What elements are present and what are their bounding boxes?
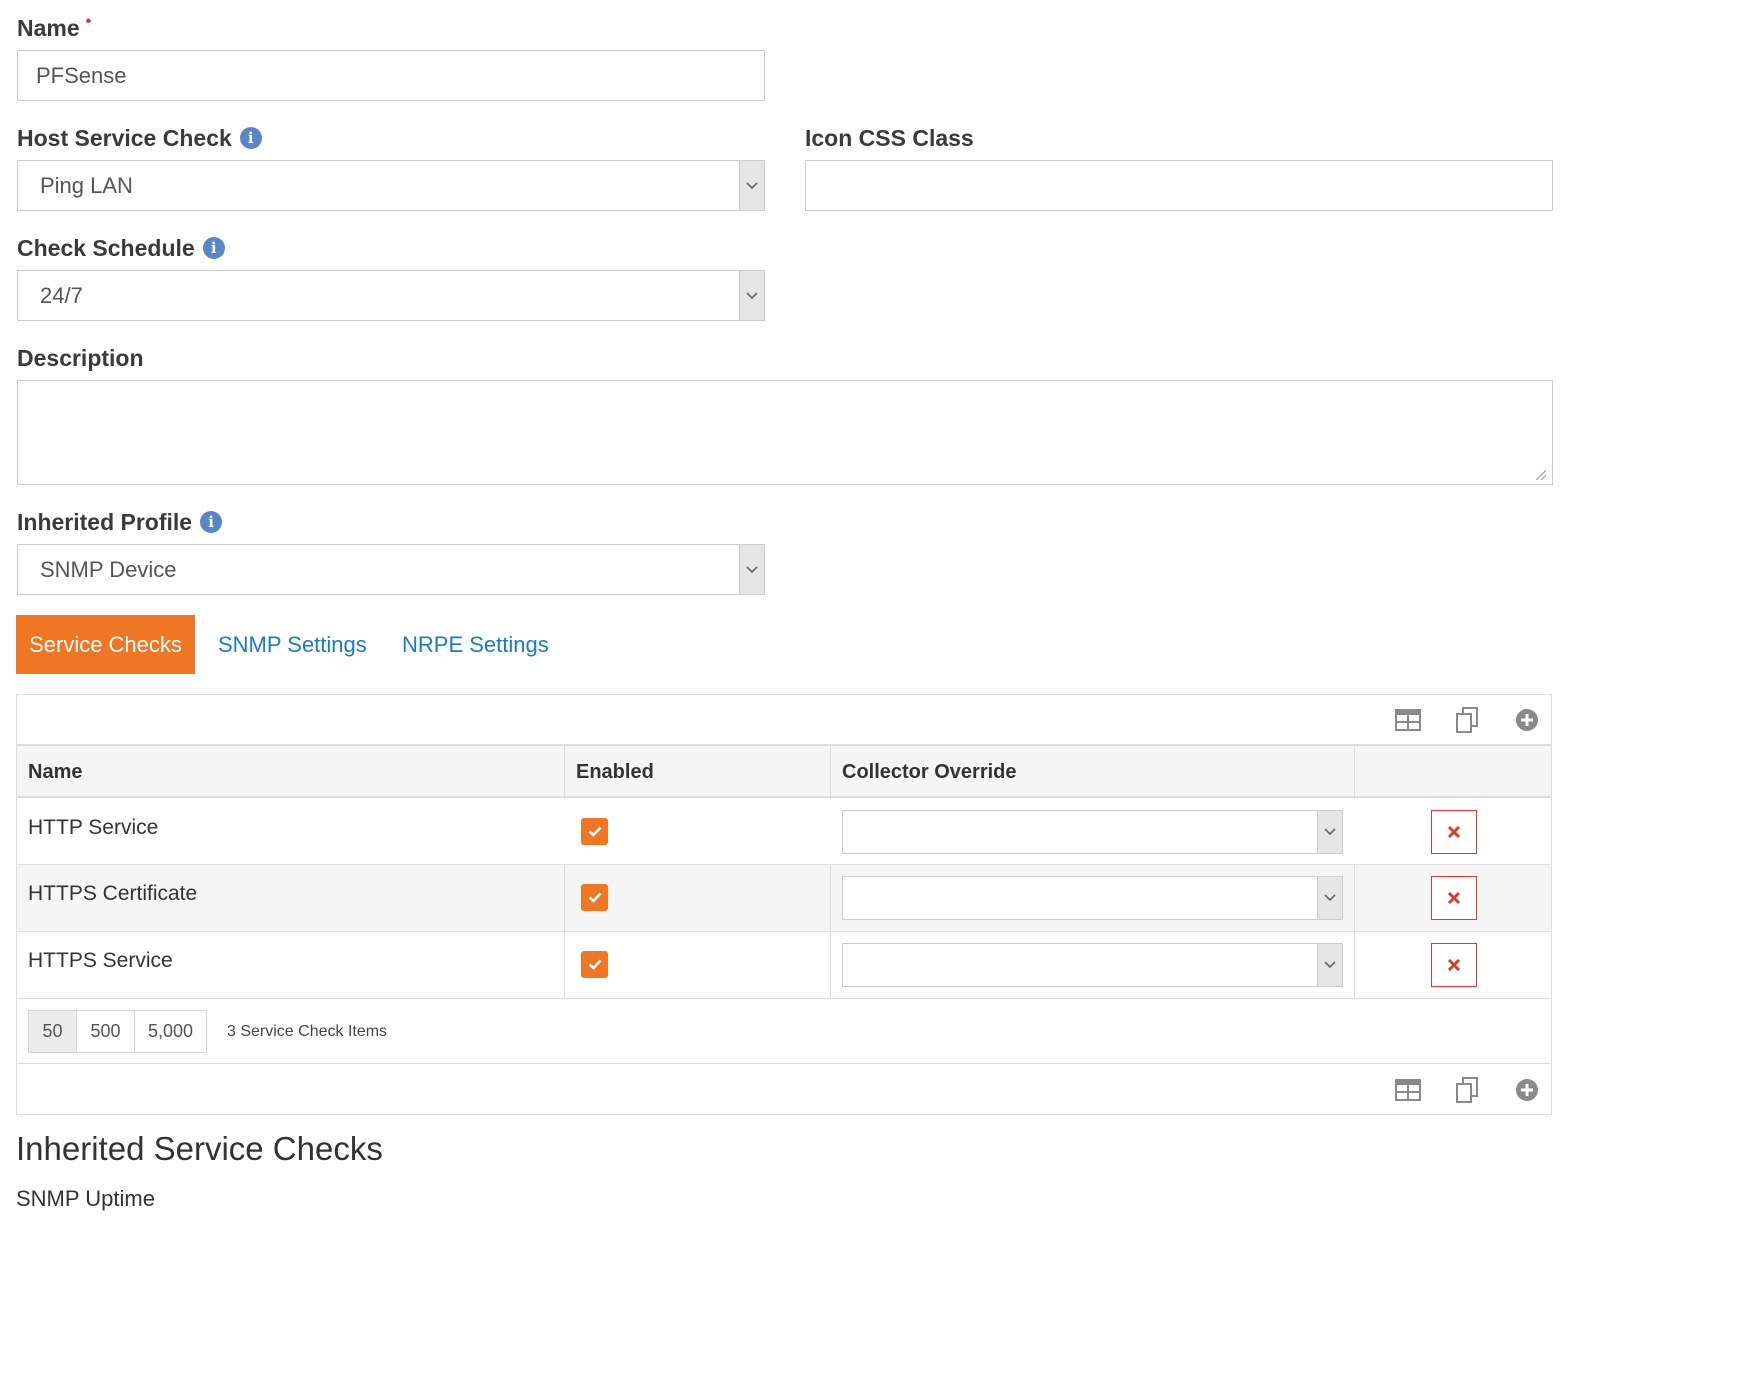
row-name-cell: HTTPS Service [28, 932, 173, 990]
times-icon [1447, 891, 1461, 905]
grid-header-row [17, 744, 1551, 798]
host-service-check-label: Host Service Check i [17, 124, 262, 152]
name-label: Name • [17, 13, 91, 42]
copy-icon[interactable] [1453, 1074, 1481, 1106]
tab-snmp-settings[interactable]: SNMP Settings [218, 615, 367, 674]
chevron-down-icon[interactable] [739, 271, 764, 320]
check-schedule-label-text: Check Schedule [17, 235, 195, 261]
column-header-collector-override[interactable]: Collector Override [842, 746, 1017, 798]
column-header-name-text: Name [28, 760, 83, 783]
item-count: 3 Service Check Items [227, 1010, 387, 1053]
row-name: HTTPS Service [28, 949, 173, 972]
collector-override-select[interactable] [842, 810, 1343, 854]
required-indicator: • [85, 13, 92, 30]
enabled-checkbox[interactable] [581, 884, 608, 911]
column-header-collector-override-text: Collector Override [842, 760, 1017, 783]
chevron-down-icon[interactable] [739, 545, 764, 594]
times-icon [1447, 825, 1461, 839]
chevron-down-icon[interactable] [1317, 877, 1342, 919]
collector-override-select[interactable] [842, 876, 1343, 920]
tab-service-checks[interactable]: Service Checks [16, 615, 195, 674]
plus-circle-icon[interactable] [1513, 706, 1541, 734]
inherited-profile-label-text: Inherited Profile [17, 509, 193, 535]
copy-icon[interactable] [1453, 704, 1481, 736]
delete-button[interactable] [1431, 943, 1477, 987]
check-schedule-select[interactable]: 24/7 [17, 270, 765, 321]
info-icon[interactable]: i [239, 127, 262, 149]
column-divider [1354, 932, 1355, 999]
enabled-checkbox[interactable] [581, 951, 608, 978]
check-schedule-value: 24/7 [40, 282, 83, 308]
column-divider [830, 865, 831, 932]
footer-divider [17, 1063, 1551, 1064]
info-icon[interactable]: i [202, 237, 225, 259]
collector-override-select[interactable] [842, 943, 1343, 987]
check-icon [588, 892, 601, 903]
enabled-checkbox[interactable] [581, 818, 608, 845]
row-name: HTTP Service [28, 816, 159, 839]
column-divider [564, 865, 565, 932]
inherited-item: SNMP Uptime [16, 1186, 155, 1212]
inherited-service-checks-heading: Inherited Service Checks [16, 1130, 383, 1168]
inherited-profile-label: Inherited Profile i [17, 508, 223, 536]
name-label-text: Name [17, 15, 80, 41]
name-input-value: PFSense [36, 62, 127, 88]
icon-css-class-input[interactable] [805, 160, 1553, 211]
chevron-down-icon[interactable] [1317, 811, 1342, 853]
row-name-cell: HTTPS Certificate [28, 865, 197, 923]
description-label: Description [17, 344, 144, 372]
icon-css-class-label: Icon CSS Class [805, 124, 974, 152]
item-count-text: 3 Service Check Items [227, 1022, 388, 1040]
table-icon[interactable] [1393, 1076, 1423, 1104]
plus-circle-icon[interactable] [1513, 1076, 1541, 1104]
page-size-label: 500 [90, 1021, 121, 1041]
info-icon[interactable]: i [200, 511, 223, 533]
delete-button[interactable] [1431, 876, 1477, 920]
name-input[interactable]: PFSense [17, 50, 765, 101]
chevron-down-icon[interactable] [739, 161, 764, 210]
tab-snmp-settings-label: SNMP Settings [218, 631, 367, 657]
column-header-enabled[interactable]: Enabled [576, 746, 654, 798]
tab-nrpe-settings[interactable]: NRPE Settings [402, 615, 549, 674]
delete-button[interactable] [1431, 810, 1477, 854]
table-icon[interactable] [1393, 706, 1423, 734]
column-header-name[interactable]: Name [28, 746, 82, 798]
inherited-profile-value: SNMP Device [40, 556, 177, 582]
check-icon [588, 959, 601, 970]
inherited-service-checks-heading-text: Inherited Service Checks [16, 1130, 383, 1167]
description-label-text: Description [17, 345, 144, 371]
row-name-cell: HTTP Service [28, 799, 158, 857]
host-service-check-label-text: Host Service Check [17, 125, 232, 151]
host-service-check-value: Ping LAN [40, 172, 133, 198]
page-size-label: 50 [42, 1021, 63, 1041]
page-size-label: 5,000 [147, 1021, 194, 1041]
row-name: HTTPS Certificate [28, 882, 198, 905]
check-icon [588, 826, 601, 837]
column-divider [830, 932, 831, 999]
check-schedule-label: Check Schedule i [17, 234, 225, 262]
inherited-item-label: SNMP Uptime [16, 1186, 155, 1211]
page-size-500[interactable]: 500 [76, 1010, 135, 1053]
page-size-50[interactable]: 50 [28, 1010, 77, 1053]
resize-handle-icon[interactable] [1536, 470, 1546, 480]
column-divider [1354, 865, 1355, 932]
column-header-enabled-text: Enabled [576, 760, 654, 783]
host-service-check-select[interactable]: Ping LAN [17, 160, 765, 211]
description-textarea[interactable] [17, 380, 1553, 485]
column-divider [564, 932, 565, 999]
icon-css-class-label-text: Icon CSS Class [805, 125, 974, 151]
chevron-down-icon[interactable] [1317, 944, 1342, 986]
tab-nrpe-settings-label: NRPE Settings [402, 631, 549, 657]
inherited-profile-select[interactable]: SNMP Device [17, 544, 765, 595]
tab-service-checks-label: Service Checks [29, 631, 182, 657]
times-icon [1447, 958, 1461, 972]
page-size-5000[interactable]: 5,000 [134, 1010, 207, 1053]
